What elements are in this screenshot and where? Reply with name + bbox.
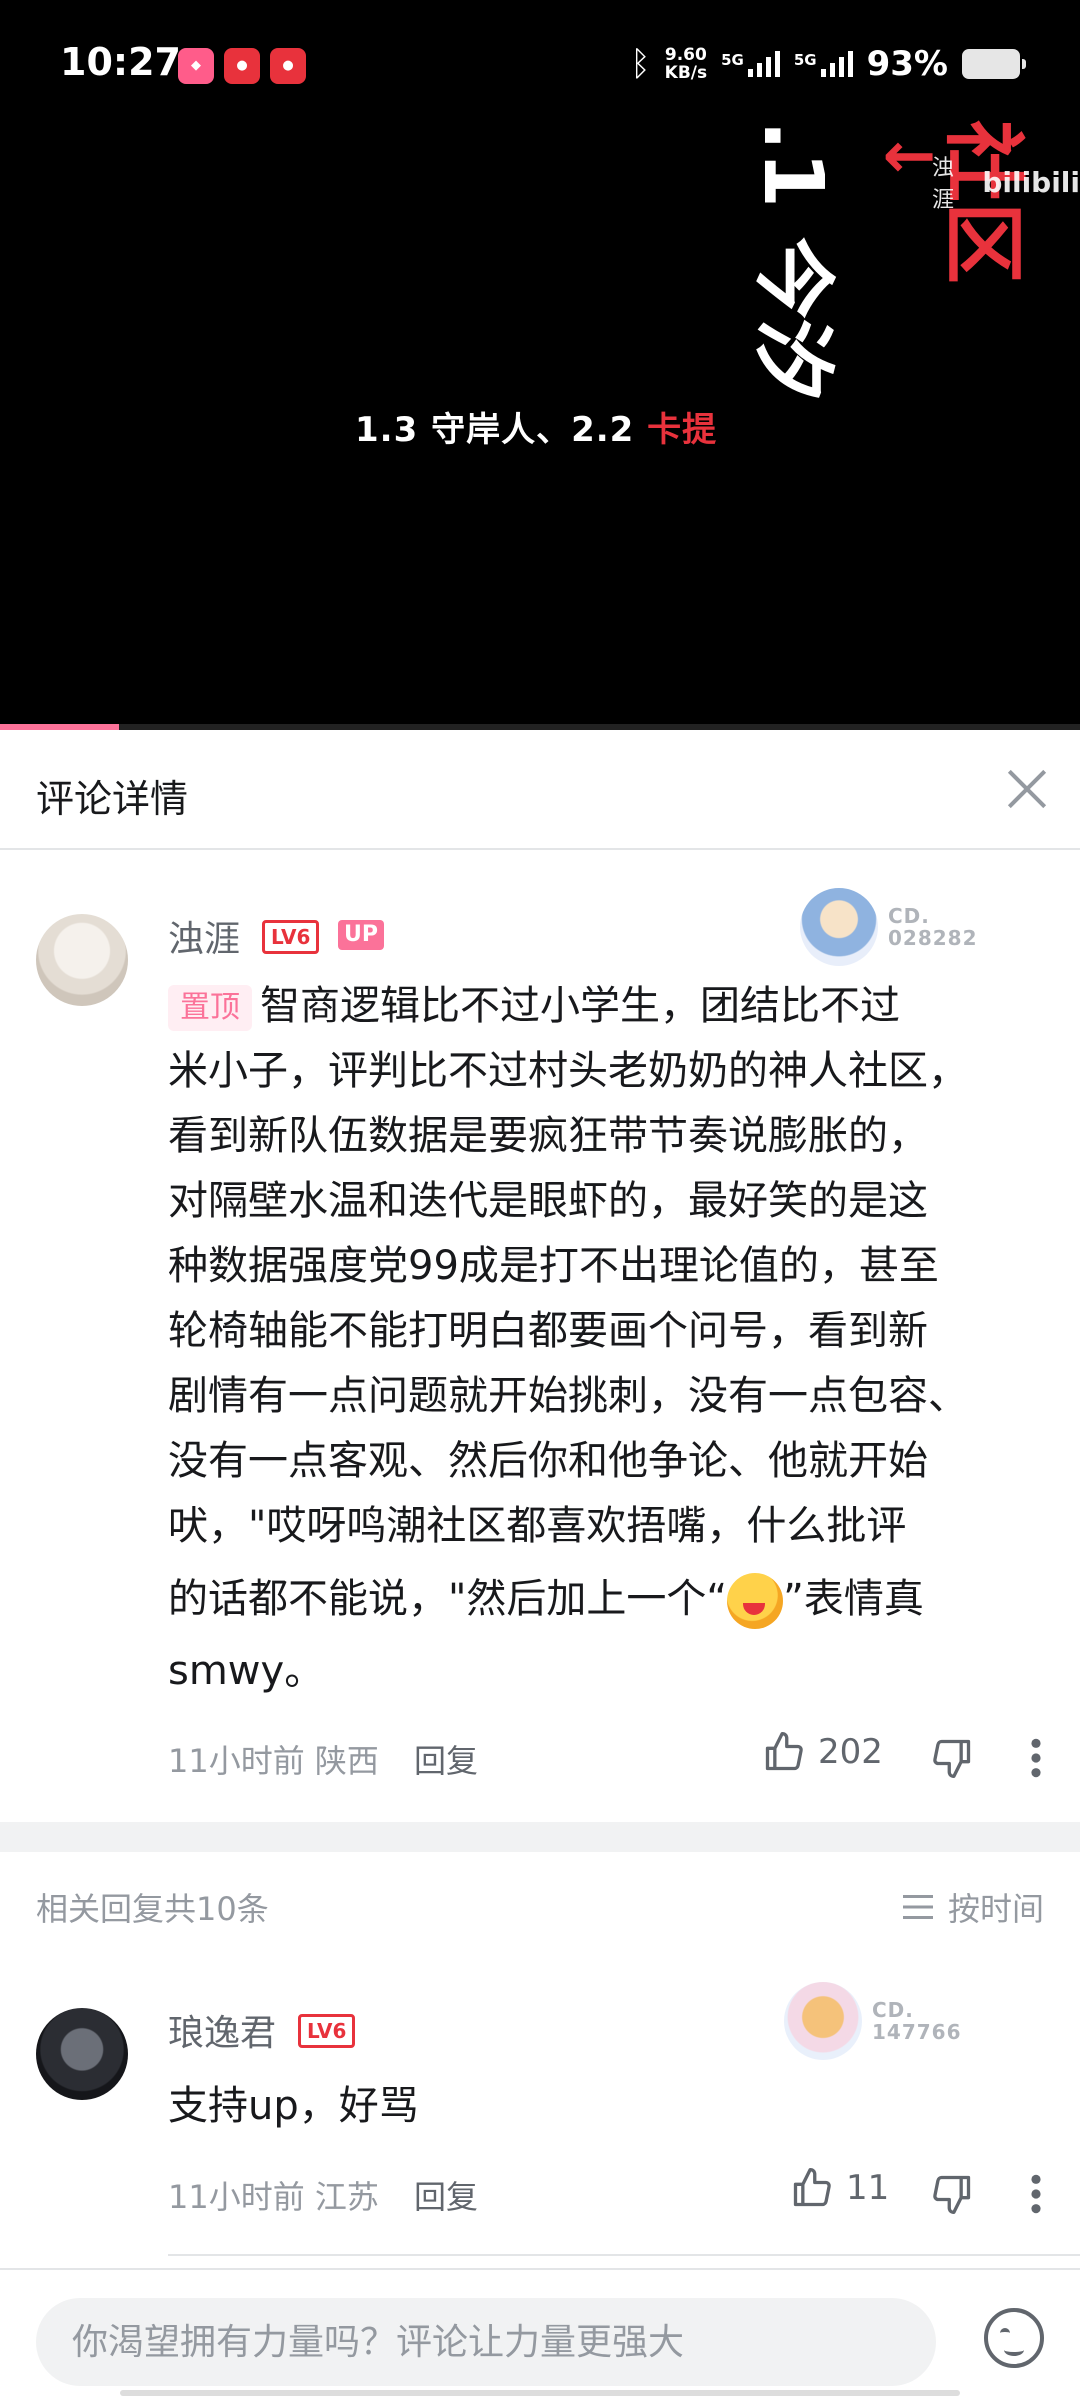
reply-text: 支持up，好骂 [168,2083,419,2129]
thumbs-down-icon[interactable] [930,2172,974,2216]
video-caption: 1.3 守岸人、2.2 卡提 [355,410,718,450]
up-badge: UP [338,920,384,950]
pinned-tag: 置顶 [168,985,252,1031]
comment-text: 置顶 智商逻辑比不过小学生，团结比不过 米小子，评判比不过村头老奶奶的神人社区， … [168,983,968,1694]
status-time: 10:27 [60,40,181,84]
video-watermark: 浊涯 bilibili [932,156,1080,213]
comment-location: 陕西 [314,1742,379,1780]
app-notification-icon: ● [224,48,260,84]
thumbs-down-icon[interactable] [930,1736,974,1780]
bluetooth-icon: ᛒ [630,44,651,84]
more-options-icon[interactable] [1024,2172,1048,2216]
close-icon[interactable] [998,760,1056,818]
fan-badge-image [800,888,878,966]
signal-icon: 5G [721,51,780,77]
fan-badge[interactable]: CD. 147766 [784,1982,962,2060]
avatar[interactable] [36,2008,128,2100]
list-sort-icon [902,1895,933,1919]
gesture-bar [120,2390,960,2396]
reply-button[interactable]: 回复 [414,1736,478,1782]
net-speed: 9.60 KB/s [664,45,708,83]
comment-detail-header: 评论详情 [0,730,1080,850]
signal-icon: 5G [794,51,853,77]
panel-title: 评论详情 [36,777,189,821]
divider [168,2254,1080,2256]
emoji-sticker-icon [727,1573,784,1629]
section-divider [0,1822,1080,1852]
comment-username[interactable]: 琅逸君 [168,2004,276,2056]
more-options-icon[interactable] [1024,1736,1048,1780]
app-notification-icon: ◆ [178,48,214,84]
replies-count: 相关回复共10条 [36,1890,269,1928]
comment-input[interactable] [36,2298,936,2386]
level-badge: LV6 [298,2014,356,2048]
like-button[interactable]: 11 [790,2166,889,2210]
avatar[interactable] [36,914,128,1006]
video-vertical-text: .1 今汐 [745,120,840,401]
comment-location: 江苏 [314,2178,379,2216]
comment-username[interactable]: 浊涯 [168,910,240,962]
battery-icon [962,49,1026,79]
sort-by-time-button[interactable]: 按时间 [900,1884,1044,1930]
video-player[interactable]: 10:27 ◆ ● ● ᛒ 9.60 KB/s 5G 5G 93% .1 今汐 … [0,0,1080,730]
status-bar: 10:27 ◆ ● ● ᛒ 9.60 KB/s 5G 5G 93% [0,0,1080,130]
battery-percent: 93% [866,44,948,84]
app-notification-icon: ● [270,48,306,84]
comment-time: 11小时前 江苏 [168,2178,379,2216]
fan-badge[interactable]: CD. 028282 [800,888,978,966]
thumbs-up-icon [765,1732,803,1771]
like-count: 11 [846,2168,890,2208]
comment-time: 11小时前 陕西 [168,1742,379,1780]
reply-button[interactable]: 回复 [414,2172,478,2218]
emoji-icon[interactable] [984,2308,1044,2368]
fan-badge-image [784,1982,862,2060]
comment-input-bar [0,2268,1080,2402]
like-button[interactable]: 202 [762,1730,883,1774]
level-badge: LV6 [262,920,320,954]
like-count: 202 [818,1732,883,1772]
thumbs-up-icon [793,2168,831,2207]
